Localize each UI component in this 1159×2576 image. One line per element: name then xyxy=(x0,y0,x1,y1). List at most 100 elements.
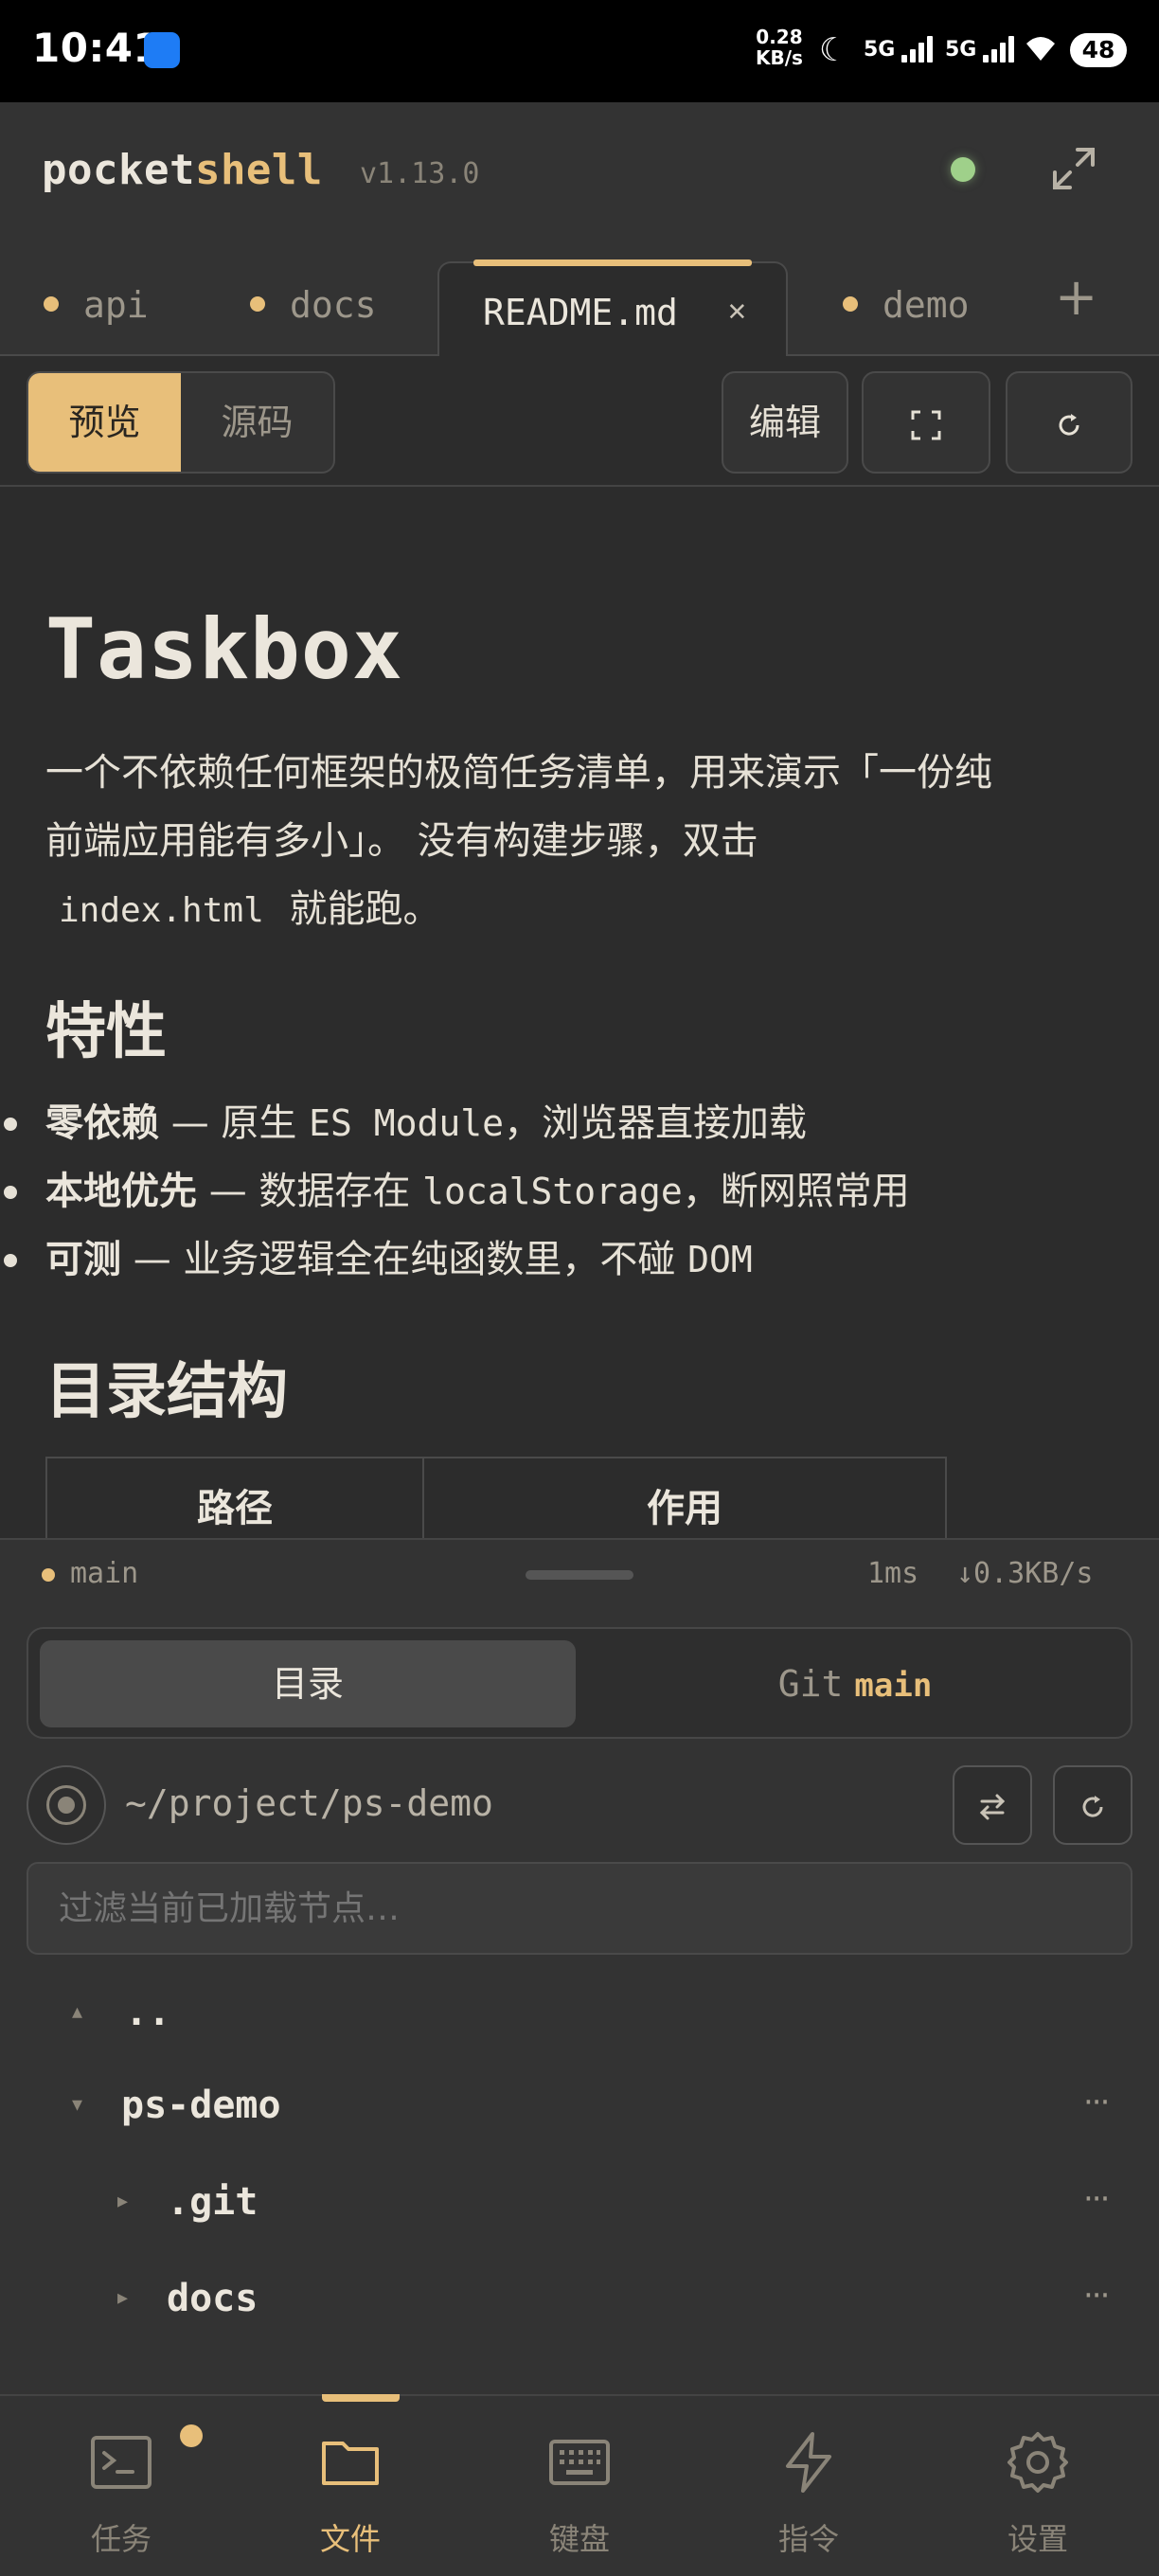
branch-status-dot xyxy=(42,1568,55,1582)
nav-label: 文件 xyxy=(319,2521,381,2557)
panel-tabs: 目录 Git main xyxy=(27,1627,1132,1739)
network-speed-unit: KB/s xyxy=(756,46,803,69)
expand-icon[interactable] xyxy=(1049,144,1098,193)
feature-title: 本地优先 xyxy=(45,1170,197,1213)
chevron-right-icon: ▸ xyxy=(117,2190,129,2213)
battery-indicator: 48 xyxy=(1070,33,1127,67)
current-branch: main xyxy=(70,1557,139,1590)
collapse-icon: ▴ xyxy=(72,2000,83,2024)
source-mode-button[interactable]: 源码 xyxy=(181,373,333,472)
fullscreen-icon xyxy=(911,410,941,439)
inline-code: index.html xyxy=(59,891,264,930)
status-strip: main 1ms ↓0.3KB/s xyxy=(0,1538,1159,1606)
tab-git-label: Git xyxy=(777,1663,844,1705)
list-item: 本地优先 — 数据存在 localStorage，断网照常用 xyxy=(0,1157,1159,1225)
more-icon[interactable]: ··· xyxy=(1083,2084,1110,2121)
network-speed-value: 0.28 xyxy=(756,26,803,48)
app-header: pocketshell v1.13.0 xyxy=(0,102,1159,242)
nav-label: 指令 xyxy=(777,2521,839,2557)
lightning-icon xyxy=(786,2432,831,2493)
tree-node-name: .. xyxy=(125,1991,171,2034)
network-type-1: 5G xyxy=(864,38,896,62)
intro-tail: 就能跑。 xyxy=(289,887,441,931)
feature-title: 零依赖 xyxy=(45,1101,159,1145)
latency: 1ms xyxy=(867,1557,919,1590)
nav-label: 任务 xyxy=(90,2521,152,2557)
tab-label: docs xyxy=(290,284,377,326)
features-list: 零依赖 — 原生 ES Module，浏览器直接加载 本地优先 — 数据存在 l… xyxy=(0,1089,1159,1294)
tab-readme[interactable]: README.md ✕ xyxy=(437,259,788,356)
intro-line-1: 一个不依赖任何框架的极简任务清单，用来演示「一份纯 xyxy=(45,751,992,795)
chevron-right-icon: ▸ xyxy=(117,2286,129,2310)
brand-part-1: pocket xyxy=(42,146,195,194)
drag-handle[interactable] xyxy=(526,1570,633,1580)
new-tab-button[interactable]: + xyxy=(1055,269,1097,326)
preview-mode-button[interactable]: 预览 xyxy=(28,373,181,472)
active-nav-indicator xyxy=(322,2394,400,2402)
terminal-icon xyxy=(91,2436,152,2489)
view-mode-toggle: 预览 源码 xyxy=(27,371,335,474)
structure-heading: 目录结构 xyxy=(45,1357,288,1427)
signal-icon xyxy=(983,34,1017,63)
feature-code: localStorage xyxy=(422,1171,683,1212)
fullscreen-button[interactable] xyxy=(862,371,990,474)
nav-label: 设置 xyxy=(1007,2521,1068,2557)
refresh-icon xyxy=(1059,413,1079,436)
feature-title: 可测 xyxy=(45,1238,121,1281)
nav-keyboard[interactable]: 键盘 xyxy=(485,2396,674,2576)
tree-node-name: docs xyxy=(167,2277,259,2320)
tree-node-name: ps-demo xyxy=(121,2084,281,2127)
feature-text: — 数据存在 xyxy=(197,1170,423,1213)
file-panel: 目录 Git main ~/project/ps-demo ▴ .. ▾ ps-… xyxy=(0,1606,1159,2394)
locate-button[interactable] xyxy=(27,1765,106,1845)
feature-code: ES Module xyxy=(309,1102,505,1144)
list-item: 可测 — 业务逻辑全在纯函数里，不碰 DOM xyxy=(0,1225,1159,1294)
table-header-purpose: 作用 xyxy=(422,1457,947,1538)
feature-text: — 原生 xyxy=(159,1101,310,1145)
more-icon[interactable]: ··· xyxy=(1083,2180,1110,2218)
system-status-bar: 10:41 0.28 KB/s ☾ 5G 5G 48 xyxy=(0,0,1159,102)
refresh-button[interactable] xyxy=(1006,371,1132,474)
nav-commands[interactable]: 指令 xyxy=(714,2396,903,2576)
tab-label: demo xyxy=(883,284,970,326)
tab-directory[interactable]: 目录 xyxy=(40,1640,576,1727)
tab-api[interactable]: api xyxy=(44,284,149,352)
close-icon[interactable]: ✕ xyxy=(728,292,746,328)
notification-badge xyxy=(180,2424,203,2447)
editor-tab-bar: api docs README.md ✕ demo + xyxy=(0,242,1159,356)
nav-settings[interactable]: 设置 xyxy=(943,2396,1132,2576)
refresh-tree-button[interactable] xyxy=(1053,1765,1132,1845)
nav-tasks[interactable]: 任务 xyxy=(27,2396,216,2576)
gear-icon xyxy=(1007,2432,1068,2493)
features-heading: 特性 xyxy=(45,997,167,1067)
tab-git-branch: main xyxy=(854,1667,933,1705)
edit-button[interactable]: 编辑 xyxy=(722,371,848,474)
tree-row-ps-demo[interactable]: ▾ ps-demo ··· xyxy=(0,2068,1159,2159)
signal-icon xyxy=(901,34,936,63)
bottom-navigation: 任务 文件 键盘 指令 设置 xyxy=(0,2394,1159,2576)
feature-text: — 业务逻辑全在纯函数里，不碰 xyxy=(121,1238,688,1281)
more-icon[interactable]: ··· xyxy=(1083,2277,1110,2315)
tab-docs[interactable]: docs xyxy=(250,284,377,352)
filter-input[interactable] xyxy=(27,1862,1132,1955)
brand-part-2: shell xyxy=(194,146,323,194)
tab-label: README.md xyxy=(483,292,678,333)
tab-status-dot xyxy=(44,295,59,312)
current-path: ~/project/ps-demo xyxy=(125,1782,493,1824)
structure-table: 路径 作用 xyxy=(45,1457,947,1538)
chevron-down-icon: ▾ xyxy=(72,2093,83,2117)
target-dot xyxy=(58,1797,75,1814)
folder-icon xyxy=(322,2442,379,2485)
tree-row-parent[interactable]: ▴ .. xyxy=(0,1976,1159,2066)
tree-row-git[interactable]: ▸ .git ··· xyxy=(0,2165,1159,2256)
intro-line-2: 前端应用能有多小」。 没有构建步骤，双击 xyxy=(45,819,758,863)
refresh-icon xyxy=(1082,1796,1103,1817)
nav-label: 键盘 xyxy=(548,2521,610,2557)
list-item: 零依赖 — 原生 ES Module，浏览器直接加载 xyxy=(0,1089,1159,1157)
network-speed: 0.28 KB/s xyxy=(756,27,803,68)
switch-button[interactable] xyxy=(953,1765,1032,1845)
tree-row-docs[interactable]: ▸ docs ··· xyxy=(0,2262,1159,2352)
tab-demo[interactable]: demo xyxy=(843,284,970,352)
tab-git[interactable]: Git main xyxy=(587,1640,1123,1727)
nav-files[interactable]: 文件 xyxy=(256,2394,445,2576)
